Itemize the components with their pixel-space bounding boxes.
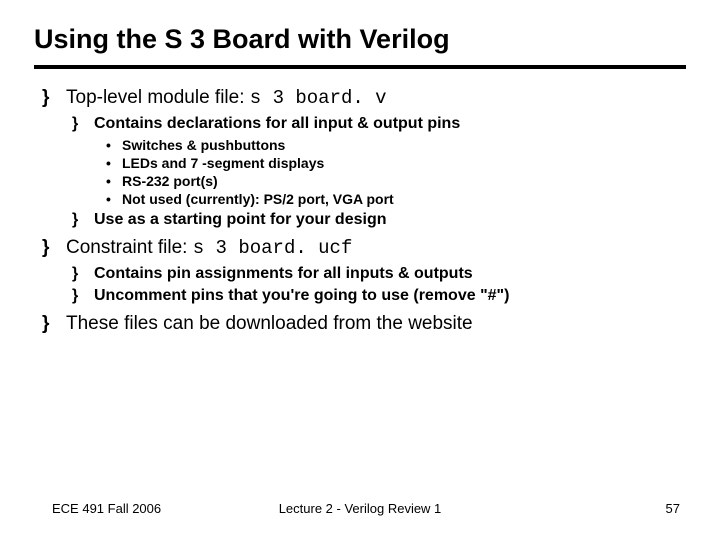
slide-title: Using the S 3 Board with Verilog: [34, 24, 686, 55]
slide-content: Top-level module file: s 3 board. v Cont…: [34, 87, 686, 335]
code-filename: s 3 board. ucf: [193, 237, 353, 259]
bullet-list-lvl3: Switches & pushbuttons LEDs and 7 -segme…: [104, 137, 686, 207]
footer-left: ECE 491 Fall 2006: [52, 501, 161, 516]
bullet-text: Switches & pushbuttons: [122, 137, 285, 153]
bullet-lvl1: These files can be downloaded from the w…: [42, 313, 686, 335]
bullet-text: Top-level module file:: [66, 87, 250, 108]
bullet-lvl2: Use as a starting point for your design: [72, 211, 686, 229]
bullet-lvl3: RS-232 port(s): [104, 173, 686, 189]
slide-footer: ECE 491 Fall 2006 Lecture 2 - Verilog Re…: [0, 501, 720, 516]
bullet-lvl2: Contains declarations for all input & ou…: [72, 115, 686, 207]
bullet-lvl2: Contains pin assignments for all inputs …: [72, 265, 686, 283]
bullet-lvl1: Constraint file: s 3 board. ucf Contains…: [42, 237, 686, 305]
bullet-list-lvl2: Contains pin assignments for all inputs …: [72, 265, 686, 305]
bullet-text: Constraint file:: [66, 237, 193, 258]
bullet-text: Uncomment pins that you're going to use …: [94, 287, 509, 304]
footer-page-number: 57: [666, 501, 680, 516]
bullet-text: Contains pin assignments for all inputs …: [94, 265, 473, 282]
bullet-text: These files can be downloaded from the w…: [66, 313, 473, 334]
bullet-list-lvl1: Top-level module file: s 3 board. v Cont…: [42, 87, 686, 335]
bullet-lvl2: Uncomment pins that you're going to use …: [72, 287, 686, 305]
bullet-list-lvl2: Contains declarations for all input & ou…: [72, 115, 686, 229]
slide: Using the S 3 Board with Verilog Top-lev…: [0, 0, 720, 540]
bullet-lvl3: Not used (currently): PS/2 port, VGA por…: [104, 191, 686, 207]
bullet-text: Use as a starting point for your design: [94, 211, 387, 228]
bullet-lvl3: Switches & pushbuttons: [104, 137, 686, 153]
bullet-lvl3: LEDs and 7 -segment displays: [104, 155, 686, 171]
bullet-text: LEDs and 7 -segment displays: [122, 155, 324, 171]
bullet-text: RS-232 port(s): [122, 173, 218, 189]
bullet-text: Contains declarations for all input & ou…: [94, 115, 460, 132]
code-filename: s 3 board. v: [250, 87, 387, 109]
title-rule: [34, 65, 686, 69]
footer-center: Lecture 2 - Verilog Review 1: [279, 501, 442, 516]
bullet-lvl1: Top-level module file: s 3 board. v Cont…: [42, 87, 686, 229]
bullet-text: Not used (currently): PS/2 port, VGA por…: [122, 191, 394, 207]
